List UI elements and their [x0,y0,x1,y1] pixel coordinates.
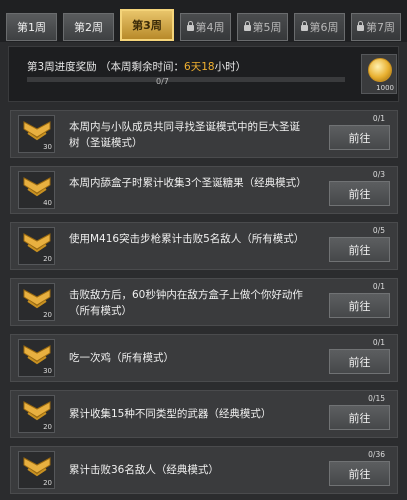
rank-badge: 20 [18,227,55,265]
task-description: 累计收集15种不同类型的武器（经典模式） [69,408,272,420]
badge-points: 20 [43,479,52,487]
badge-points: 40 [43,199,52,207]
task-description: 本周内舔盒子时累计收集3个圣诞糖果（经典模式） [69,177,307,189]
task-row: 20 使用M416突击步枪累计击败5名敌人（所有模式） 0/5 前往 [10,222,398,270]
chevron-rank-icon [23,345,51,365]
task-description: 使用M416突击步枪累计击败5名敌人（所有模式） [69,233,305,245]
task-row: 20 击败敌方后，60秒钟内在敌方盒子上做个你好动作（所有模式） 0/1 前往 [10,278,398,326]
remaining-hours: 18 [201,61,215,73]
tab-week-7[interactable]: 第7周 [351,13,401,41]
progress-reward[interactable]: 1000 [361,54,397,94]
weekly-progress-panel: 第3周进度奖励 （本周剩余时间：6天18小时） 0/7 1000 [8,46,399,102]
badge-points: 20 [43,423,52,431]
tab-week-5[interactable]: 第5周 [237,13,288,41]
rank-badge: 20 [18,283,55,321]
rank-badge: 40 [18,171,55,209]
task-row: 30 吃一次鸡（所有模式） 0/1 前往 [10,334,398,382]
progress-count: 0/7 [156,77,169,86]
progress-bar [27,77,345,82]
lock-icon [186,21,194,31]
task-count: 0/3 [372,170,385,179]
remaining-suffix: 小时） [214,61,247,73]
go-button[interactable]: 前往 [329,405,390,430]
tab-label: 第4周 [195,21,225,34]
task-count: 0/36 [368,450,385,459]
task-row: 30 本周内与小队成员共同寻找圣诞模式中的巨大圣诞树（圣诞模式） 0/1 前往 [10,110,398,158]
rank-badge: 20 [18,451,55,489]
task-row: 40 本周内舔盒子时累计收集3个圣诞糖果（经典模式） 0/3 前往 [10,166,398,214]
tab-label: 第3周 [132,19,162,32]
tab-label: 第7周 [366,21,395,34]
task-description: 累计击败36名敌人（经典模式） [69,464,219,476]
chevron-rank-icon [23,457,51,477]
task-description: 击败敌方后，60秒钟内在敌方盒子上做个你好动作（所有模式） [69,289,303,317]
task-description: 吃一次鸡（所有模式） [69,352,174,364]
tab-label: 第5周 [252,21,282,34]
rank-badge: 20 [18,395,55,433]
go-button[interactable]: 前往 [329,293,390,318]
badge-points: 20 [43,311,52,319]
chevron-rank-icon [23,401,51,421]
task-count: 0/1 [372,338,385,347]
tab-label: 第1周 [17,21,46,34]
chevron-rank-icon [23,177,51,197]
tab-week-1[interactable]: 第1周 [6,13,57,41]
badge-points: 20 [43,255,52,263]
go-button[interactable]: 前往 [329,461,390,486]
task-count: 0/1 [372,114,385,123]
go-button[interactable]: 前往 [329,349,390,374]
task-description: 本周内与小队成员共同寻找圣诞模式中的巨大圣诞树（圣诞模式） [69,121,300,149]
tab-label: 第6周 [309,21,339,34]
badge-points: 30 [43,143,52,151]
tab-label: 第2周 [74,21,103,34]
go-button[interactable]: 前往 [329,237,390,262]
lock-icon [300,21,308,31]
chevron-rank-icon [23,121,51,141]
badge-points: 30 [43,367,52,375]
tab-week-4[interactable]: 第4周 [180,13,231,41]
week-tab-bar: 第1周 第2周 第3周 第4周 第5周 第6周 第7周 [0,0,407,42]
progress-title-text: 第3周进度奖励 （本周剩余时间： [27,61,185,73]
task-count: 0/5 [372,226,385,235]
progress-title: 第3周进度奖励 （本周剩余时间：6天18小时） [27,59,246,74]
chevron-rank-icon [23,233,51,253]
go-button[interactable]: 前往 [329,181,390,206]
rank-badge: 30 [18,115,55,153]
task-row: 20 累计收集15种不同类型的武器（经典模式） 0/15 前往 [10,390,398,438]
chevron-rank-icon [23,289,51,309]
tab-week-2[interactable]: 第2周 [63,13,114,41]
task-count: 0/1 [372,282,385,291]
go-button[interactable]: 前往 [329,125,390,150]
task-count: 0/15 [368,394,385,403]
rank-badge: 30 [18,339,55,377]
coin-icon [368,58,392,82]
task-row: 20 累计击败36名敌人（经典模式） 0/36 前往 [10,446,398,494]
tab-week-6[interactable]: 第6周 [294,13,345,41]
reward-count: 1000 [376,84,394,92]
lock-icon [243,21,251,31]
tab-week-3[interactable]: 第3周 [120,9,174,41]
remaining-days: 6天 [184,61,202,73]
lock-icon [357,21,364,31]
